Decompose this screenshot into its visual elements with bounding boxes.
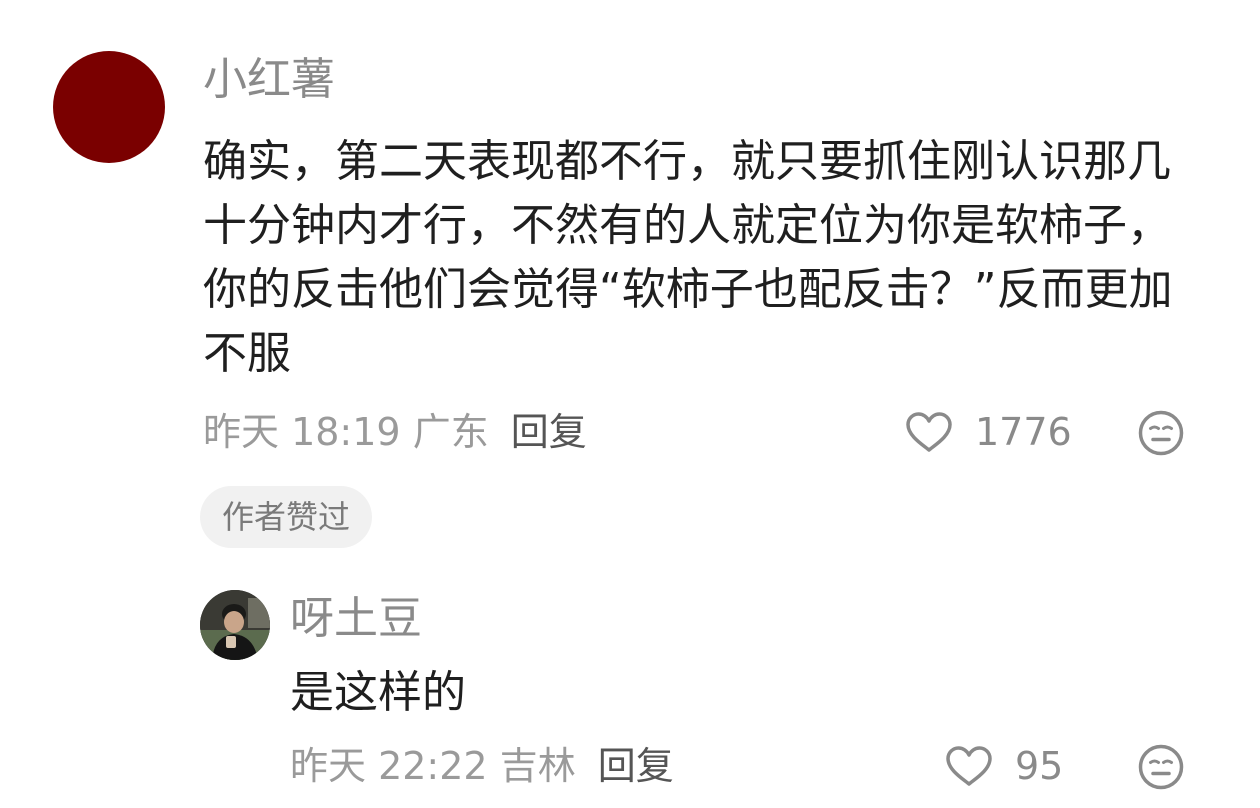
reply-button[interactable]: 回复 <box>511 410 587 454</box>
username[interactable]: 小红薯 <box>203 54 335 106</box>
avatar[interactable] <box>53 51 165 163</box>
username[interactable]: 呀土豆 <box>290 593 422 645</box>
like-count: 95 <box>1015 744 1064 788</box>
avatar[interactable] <box>200 590 270 660</box>
heart-outline-icon <box>945 745 993 787</box>
comment-meta: 昨天 18:19 广东 回复 <box>203 407 587 457</box>
meh-face-icon <box>1137 743 1185 791</box>
comment-location: 吉林 <box>499 744 576 788</box>
comment-text[interactable]: 是这样的 <box>290 665 466 721</box>
comment-location: 广东 <box>412 410 489 454</box>
dislike-button[interactable] <box>1137 409 1185 457</box>
author-liked-badge: 作者赞过 <box>200 486 373 548</box>
comment-time: 昨天 18:19 <box>203 410 401 454</box>
like-button[interactable]: 1776 <box>905 407 1072 457</box>
comment-meta: 昨天 22:22 吉林 回复 <box>290 741 674 791</box>
comment-time: 昨天 22:22 <box>290 744 488 788</box>
meh-face-icon <box>1137 409 1185 457</box>
dislike-button[interactable] <box>1137 743 1185 791</box>
like-button[interactable]: 95 <box>945 741 1063 791</box>
heart-outline-icon <box>905 411 953 453</box>
reply-button[interactable]: 回复 <box>598 744 674 788</box>
like-count: 1776 <box>975 410 1072 454</box>
comment-text[interactable]: 确实，第二天表现都不行，就只要抓住刚认识那几十分钟内才行，不然有的人就定位为你是… <box>203 130 1193 386</box>
